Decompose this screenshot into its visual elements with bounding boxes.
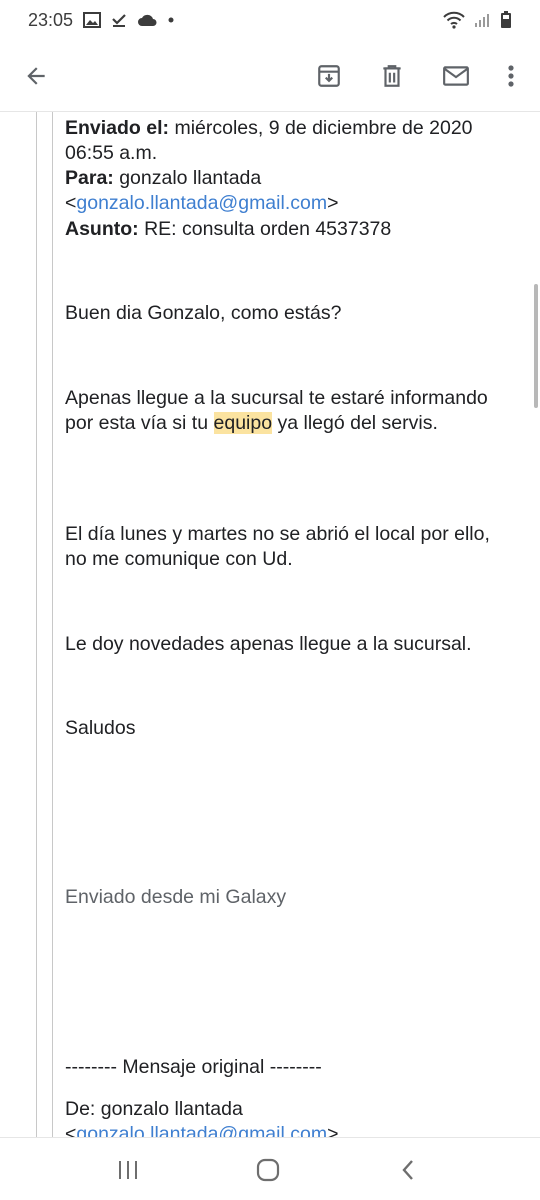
sent-label: Enviado el: xyxy=(65,117,170,139)
paragraph-3: Le doy novedades apenas llegue a la sucu… xyxy=(65,633,472,655)
email-body[interactable]: Enviado el: miércoles, 9 de diciembre de… xyxy=(0,112,540,1137)
highlighted-word: equipo xyxy=(213,412,273,434)
status-bar: 23:05 xyxy=(0,0,540,40)
to-label: Para: xyxy=(65,167,114,189)
greeting: Buen dia Gonzalo, como estás? xyxy=(65,302,342,324)
from-email-link[interactable]: gonzalo.llantada@gmail.com xyxy=(76,1123,327,1137)
cloud-icon xyxy=(137,13,157,27)
wifi-icon xyxy=(442,11,466,29)
quote-border-inner xyxy=(52,112,53,1137)
scrollbar[interactable] xyxy=(534,284,538,408)
original-message-separator: -------- Mensaje original -------- xyxy=(65,1056,322,1078)
signature: Enviado desde mi Galaxy xyxy=(65,886,287,908)
original-from: De: gonzalo llantada <gonzalo.llantada@g… xyxy=(65,1097,515,1137)
to-email-link[interactable]: gonzalo.llantada@gmail.com xyxy=(76,192,327,214)
action-toolbar xyxy=(0,40,540,112)
from-line: De: gonzalo llantada xyxy=(65,1098,243,1120)
recent-apps-icon[interactable] xyxy=(108,1154,148,1186)
home-icon[interactable] xyxy=(248,1154,288,1186)
delete-icon[interactable] xyxy=(370,54,414,98)
quote-border xyxy=(36,112,37,1137)
more-vert-icon[interactable] xyxy=(489,54,533,98)
paragraph-1: Apenas llegue a la sucursal te estaré in… xyxy=(65,386,515,436)
download-done-icon xyxy=(111,12,127,28)
system-nav-bar xyxy=(0,1137,540,1200)
header-to: Para: gonzalo llantada <gonzalo.llantada… xyxy=(65,166,515,216)
subject-value: RE: consulta orden 4537378 xyxy=(138,218,392,240)
arrow-back-icon[interactable] xyxy=(14,54,58,98)
image-icon xyxy=(83,12,102,28)
closing: Saludos xyxy=(65,717,136,739)
status-time: 23:05 xyxy=(28,9,74,30)
back-icon[interactable] xyxy=(388,1154,428,1186)
to-name: gonzalo llantada xyxy=(113,167,262,189)
from-email-close: > xyxy=(327,1123,339,1137)
to-email-close: > xyxy=(327,192,339,214)
to-email-open: < xyxy=(65,192,77,214)
signal-icon xyxy=(474,12,492,28)
subject-label: Asunto: xyxy=(65,218,139,240)
battery-icon xyxy=(500,11,512,29)
from-email-open: < xyxy=(65,1123,77,1137)
header-sent: Enviado el: miércoles, 9 de diciembre de… xyxy=(65,116,515,166)
mail-icon[interactable] xyxy=(434,54,478,98)
paragraph-2: El día lunes y martes no se abrió el loc… xyxy=(65,523,490,570)
header-subject: Asunto: RE: consulta orden 4537378 xyxy=(65,217,515,242)
dot-icon xyxy=(167,16,175,24)
archive-icon[interactable] xyxy=(307,54,351,98)
paragraph-1-end: ya llegó del servis. xyxy=(272,412,438,434)
